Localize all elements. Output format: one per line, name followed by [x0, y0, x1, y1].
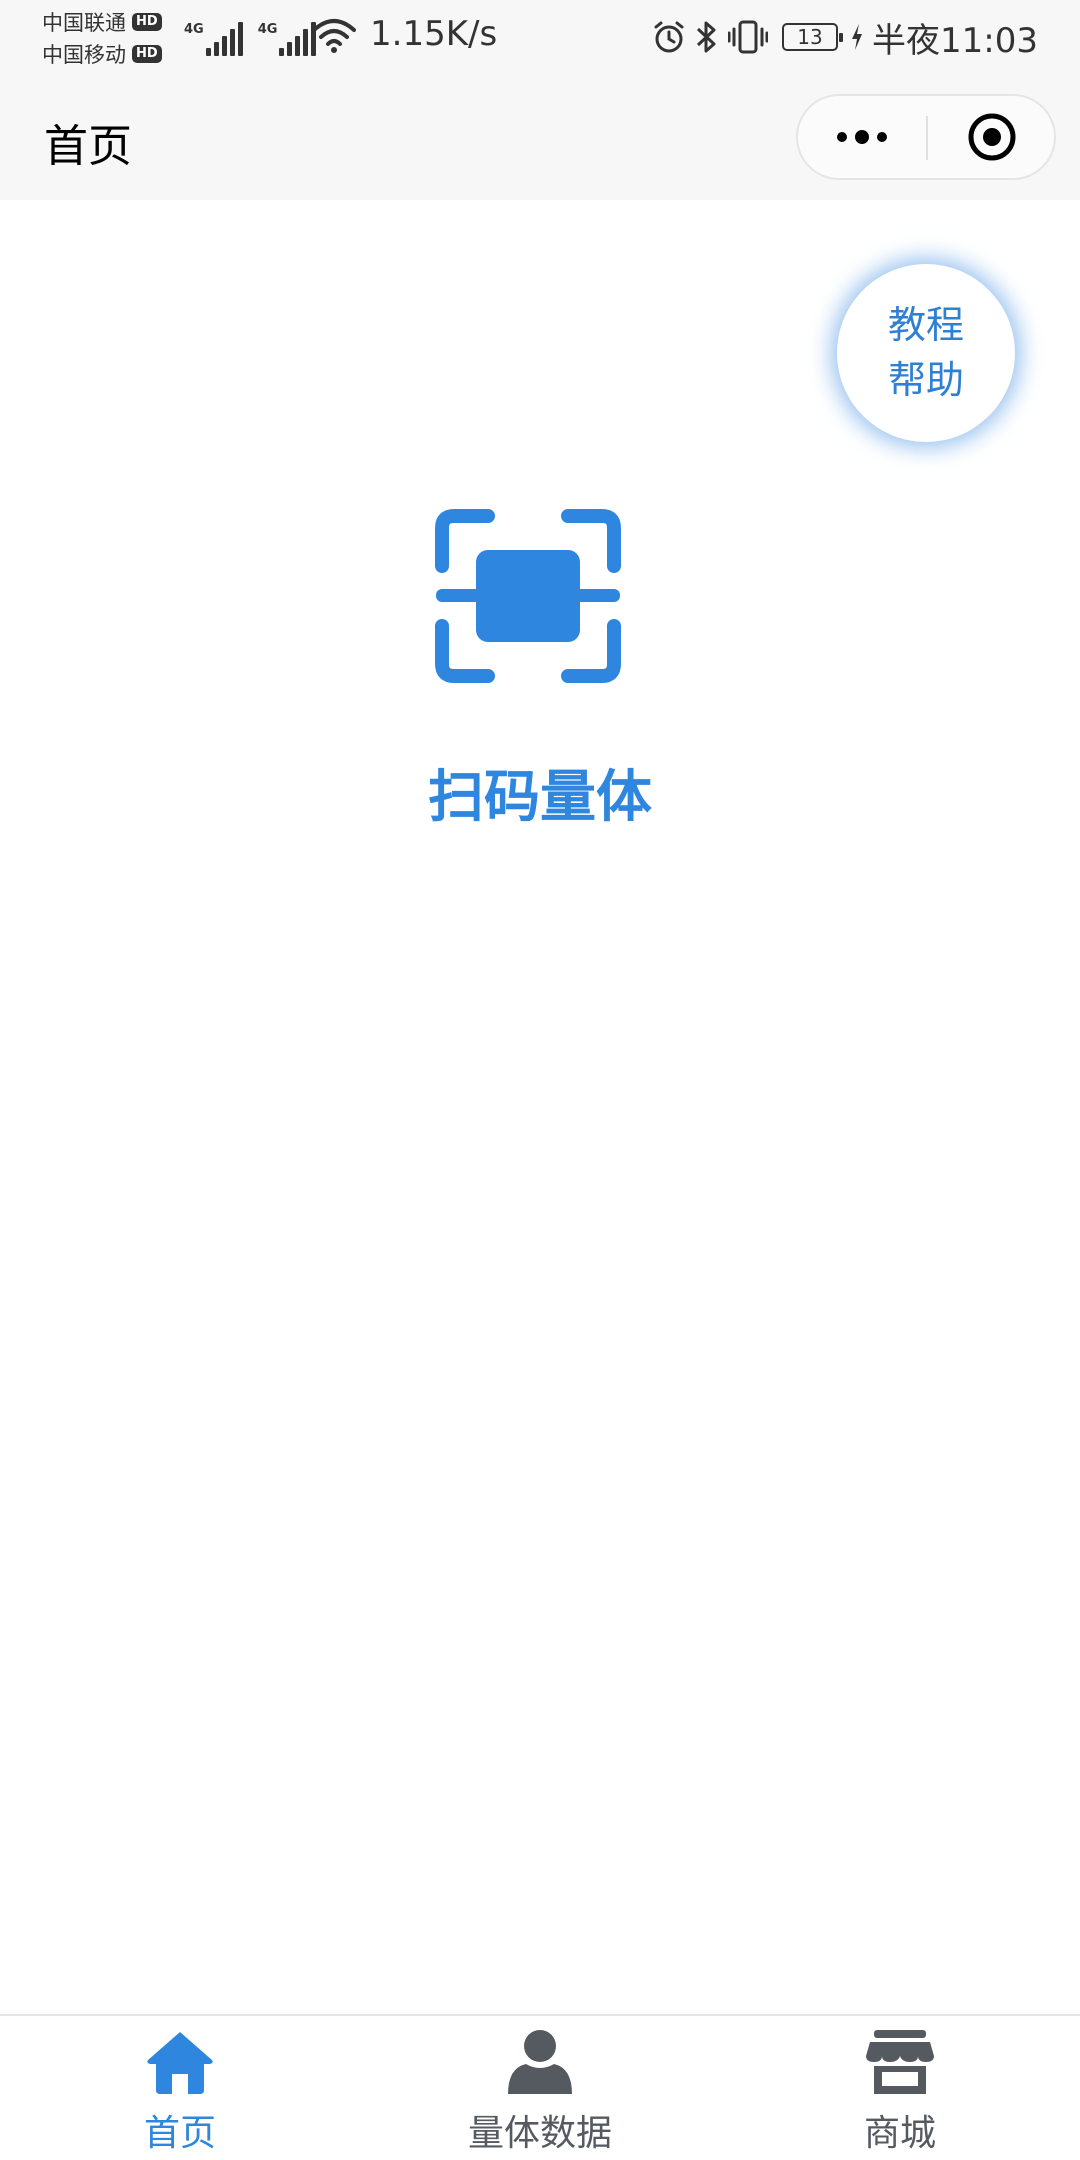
alarm-icon: [652, 20, 686, 54]
status-right-group: 13 半夜11:03: [644, 12, 1038, 62]
vibrate-icon: [728, 19, 769, 55]
battery-icon: 13: [782, 23, 844, 51]
tab-store[interactable]: 商城: [720, 2016, 1080, 2160]
more-button[interactable]: [798, 96, 926, 178]
hd-badge-2: HD: [132, 45, 162, 63]
carrier-name-2: 中国移动: [42, 43, 126, 67]
close-target-icon: [968, 113, 1016, 161]
wifi-icon: [312, 18, 356, 58]
home-icon: [147, 2032, 213, 2094]
close-button[interactable]: [928, 96, 1056, 178]
carrier-line-1: 中国联通 HD: [42, 6, 182, 38]
signal-group: 4G 4G: [184, 16, 331, 56]
charging-icon: [850, 23, 864, 51]
network-type-1: 4G: [184, 22, 204, 37]
more-dots-icon: [837, 130, 887, 144]
scan-icon[interactable]: [432, 506, 624, 690]
network-speed: 1.15K/s: [370, 14, 498, 54]
tab-measure-data[interactable]: 量体数据: [360, 2016, 720, 2160]
tab-label-home: 首页: [143, 2113, 216, 2154]
page-title: 首页: [44, 121, 132, 172]
bluetooth-icon: [694, 19, 720, 55]
tab-home[interactable]: 首页: [0, 2016, 360, 2160]
carrier-line-2: 中国移动 HD: [42, 38, 182, 70]
scan-measure-label[interactable]: 扫码量体: [340, 752, 740, 833]
network-type-2: 4G: [257, 22, 278, 37]
signal-icon: 4G: [184, 22, 246, 56]
hd-badge-1: HD: [132, 13, 162, 31]
carrier-name-1: 中国联通: [42, 11, 126, 35]
help-line-1: 教程: [887, 303, 964, 347]
help-line-2: 帮助: [887, 358, 964, 402]
store-icon: [866, 2030, 934, 2094]
tutorial-help-button[interactable]: 教程 帮助: [837, 264, 1015, 442]
status-bar: 中国联通 HD 中国移动 HD 4G 4G 1.15K/s 13 半夜11:03: [0, 0, 1080, 76]
nav-bar: 首页: [0, 76, 1080, 200]
tab-bar: 首页 量体数据 商城: [0, 2014, 1080, 2160]
tab-label-store: 商城: [863, 2113, 936, 2154]
clock: 半夜11:03: [872, 20, 1038, 61]
user-icon: [508, 2030, 572, 2094]
tab-label-measure-data: 量体数据: [467, 2113, 612, 2154]
carrier-info: 中国联通 HD 中国移动 HD: [42, 6, 182, 70]
signal-icon: 4G: [258, 22, 320, 56]
menu-capsule: [796, 94, 1056, 180]
